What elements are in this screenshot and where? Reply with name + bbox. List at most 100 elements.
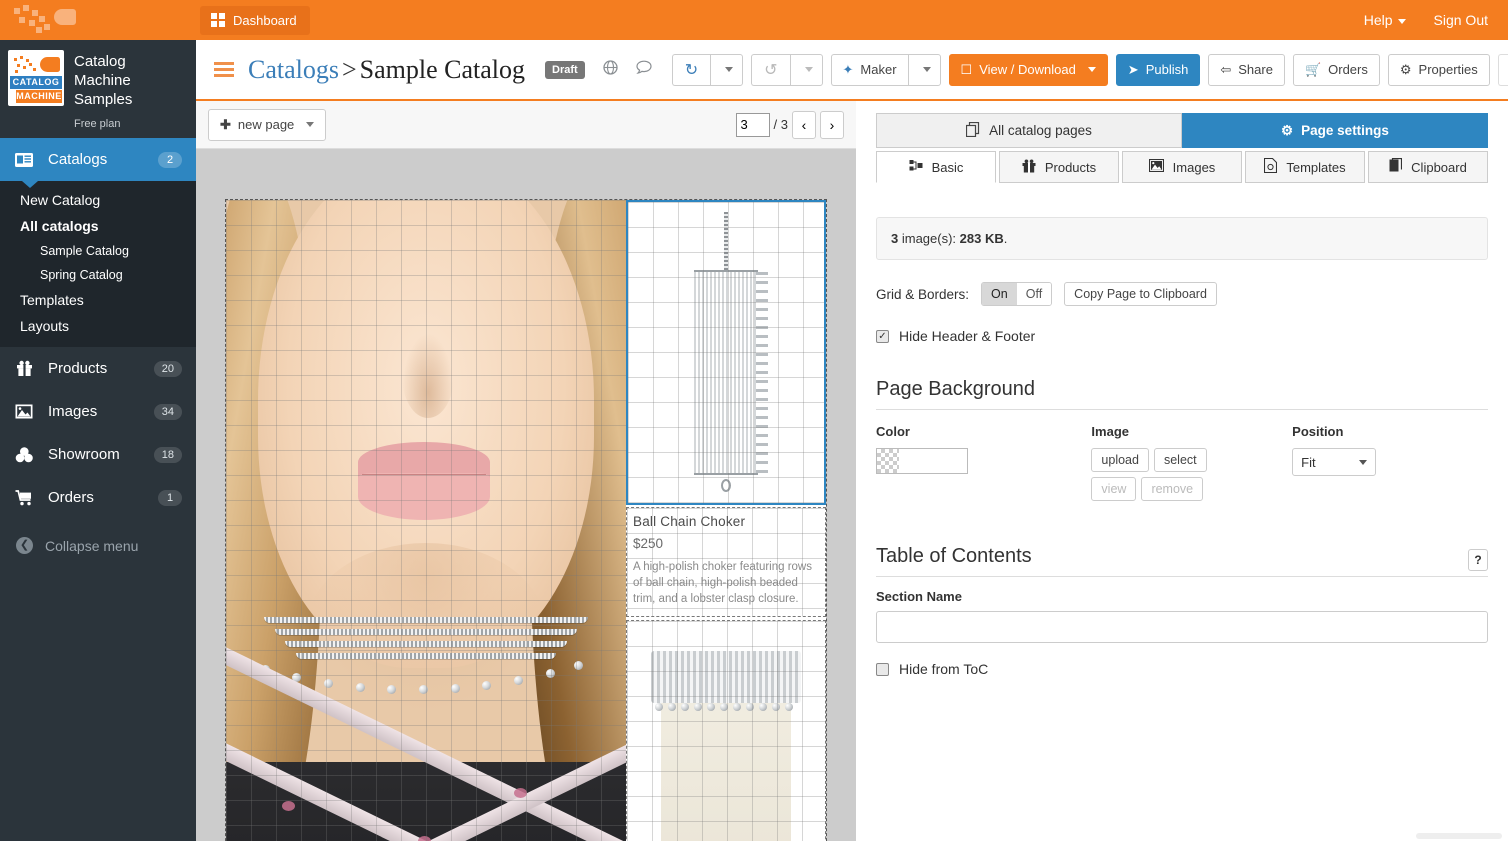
view-download-label: View / Download xyxy=(979,62,1076,77)
section-name-input[interactable] xyxy=(876,611,1488,643)
sidebar-item-images[interactable]: Images 34 xyxy=(0,390,196,433)
orders-button[interactable]: 🛒 Orders xyxy=(1292,53,1380,86)
submenu-templates[interactable]: Templates xyxy=(0,287,196,313)
logo-text-line2: MACHINE xyxy=(16,90,62,103)
tab-label: Page settings xyxy=(1301,123,1389,138)
clasp-ring-graphic xyxy=(721,479,731,492)
select-button[interactable]: select xyxy=(1153,448,1207,472)
tab-clipboard[interactable]: Clipboard xyxy=(1368,151,1488,183)
image-total-size: 283 KB xyxy=(959,231,1004,246)
tab-products[interactable]: Products xyxy=(999,151,1119,183)
publish-button[interactable]: ➤ Publish xyxy=(1115,53,1201,86)
chevron-down-icon xyxy=(1397,18,1406,24)
page-background-section: Page Background xyxy=(876,378,1488,410)
grid-borders-row: Grid & Borders: On Off Copy Page to Clip… xyxy=(856,282,1508,306)
upload-button[interactable]: upload xyxy=(1091,448,1149,472)
comment-icon[interactable] xyxy=(636,60,652,80)
active-pointer xyxy=(22,181,38,188)
breadcrumb-catalogs-link[interactable]: Catalogs xyxy=(248,55,339,84)
view-download-button[interactable]: ☐ View / Download xyxy=(948,53,1108,86)
sign-out-link[interactable]: Sign Out xyxy=(1434,12,1488,28)
page-zone-product-text[interactable]: Ball Chain Choker $250 A high-polish cho… xyxy=(626,507,826,617)
share-arrow-icon: ➤ xyxy=(1127,62,1139,77)
model-photo xyxy=(226,200,626,841)
image-info-text: image(s): xyxy=(898,231,960,246)
properties-button[interactable]: ⚙ Properties xyxy=(1387,53,1490,86)
gear-icon: ⚙ xyxy=(1281,122,1294,138)
submenu-all-catalogs[interactable]: All catalogs xyxy=(0,213,196,239)
page-number-input[interactable] xyxy=(735,112,770,137)
sidebar-item-products[interactable]: Products 20 xyxy=(0,347,196,390)
tab-page-settings[interactable]: ⚙ Page settings xyxy=(1182,113,1488,148)
tab-label: Products xyxy=(1044,159,1097,175)
share-button[interactable]: ⇦ Share xyxy=(1208,53,1285,86)
top-bar-right: Help Sign Out xyxy=(1364,12,1508,28)
submenu-sample-catalog[interactable]: Sample Catalog xyxy=(0,239,196,263)
maker-group: ✦ Maker xyxy=(830,53,941,86)
tab-templates[interactable]: Templates xyxy=(1245,151,1365,183)
plus-icon: ✚ xyxy=(220,117,231,132)
next-page-button[interactable]: › xyxy=(820,110,844,139)
background-image-column: Image upload select view remove xyxy=(1091,424,1292,501)
maker-dropdown-button[interactable] xyxy=(907,53,941,86)
properties-label: Properties xyxy=(1418,62,1478,77)
hamburger-menu-icon[interactable] xyxy=(210,58,238,81)
sidebar-item-label: Images xyxy=(48,403,98,420)
new-page-button[interactable]: ✚ new page xyxy=(208,108,327,141)
redo-button[interactable]: ↺ xyxy=(751,53,790,86)
toc-help-button[interactable]: ? xyxy=(1468,549,1488,571)
maker-button[interactable]: ✦ Maker xyxy=(830,53,908,86)
redo-group: ↺ xyxy=(751,53,823,86)
catalog-canvas[interactable]: Ball Chain Choker $250 A high-polish cho… xyxy=(196,149,856,841)
background-color-swatch[interactable] xyxy=(876,448,968,474)
hide-header-footer-checkbox[interactable]: ✓ xyxy=(876,329,889,343)
sidebar-item-orders[interactable]: Orders 1 xyxy=(0,476,196,519)
page-navigator: / 3 ‹ › xyxy=(735,110,844,139)
catalogs-submenu: New Catalog All catalogs Sample Catalog … xyxy=(0,181,196,347)
top-bar: Dashboard Help Sign Out xyxy=(0,0,1508,40)
template-icon xyxy=(1264,157,1278,176)
submenu-spring-catalog[interactable]: Spring Catalog xyxy=(0,263,196,287)
submenu-new-catalog[interactable]: New Catalog xyxy=(0,187,196,213)
hide-from-toc-checkbox[interactable] xyxy=(876,662,889,676)
page-zone-model-photo[interactable] xyxy=(226,200,626,841)
toc-heading: Table of Contents xyxy=(876,545,1488,577)
dashboard-button[interactable]: Dashboard xyxy=(200,5,310,35)
undo-icon: ↻ xyxy=(684,61,699,79)
undo-dropdown-button[interactable] xyxy=(710,53,744,86)
grid-borders-toggle[interactable]: On Off xyxy=(981,282,1053,306)
globe-icon[interactable] xyxy=(603,59,618,80)
redo-dropdown-button[interactable] xyxy=(789,53,823,86)
background-position-select[interactable]: Fit xyxy=(1292,448,1377,476)
cart-icon: 🛒 xyxy=(1304,62,1322,77)
catalog-page[interactable]: Ball Chain Choker $250 A high-polish cho… xyxy=(225,199,827,841)
undo-button[interactable]: ↻ xyxy=(671,53,711,86)
page-zone-product-image-2[interactable] xyxy=(626,620,826,841)
sidebar: CATALOG MACHINE Catalog Machine Samples … xyxy=(0,40,196,841)
sidebar-item-showroom[interactable]: Showroom 18 xyxy=(0,433,196,476)
background-color-column: Color xyxy=(876,424,1091,501)
copy-page-to-clipboard-button[interactable]: Copy Page to Clipboard xyxy=(1064,282,1217,306)
save-button[interactable]: 💾 Save xyxy=(1497,53,1508,86)
primary-tabs: All catalog pages ⚙ Page settings xyxy=(856,101,1508,148)
help-menu[interactable]: Help xyxy=(1364,12,1406,28)
product-title: Ball Chain Choker xyxy=(633,514,746,529)
panel-scrollbar[interactable] xyxy=(1416,833,1502,839)
share-label: Share xyxy=(1238,62,1273,77)
grid-off-option[interactable]: Off xyxy=(1016,283,1052,305)
remove-button[interactable]: remove xyxy=(1141,477,1204,501)
tab-basic[interactable]: Basic xyxy=(876,151,996,183)
view-button[interactable]: view xyxy=(1091,477,1137,501)
prev-page-button[interactable]: ‹ xyxy=(792,110,816,139)
tab-label: Templates xyxy=(1286,159,1346,175)
brand-block: CATALOG MACHINE Catalog Machine Samples … xyxy=(0,40,196,138)
submenu-layouts[interactable]: Layouts xyxy=(0,313,196,339)
tab-all-catalog-pages[interactable]: All catalog pages xyxy=(876,113,1182,148)
sidebar-item-catalogs[interactable]: Catalogs 2 xyxy=(0,138,196,188)
grid-on-option[interactable]: On xyxy=(982,283,1017,305)
sidebar-item-label: Catalogs xyxy=(48,151,108,168)
tab-images[interactable]: Images xyxy=(1122,151,1242,183)
chevron-down-icon xyxy=(725,67,734,72)
page-zone-product-image-1[interactable] xyxy=(626,200,826,505)
collapse-menu-button[interactable]: ❮ Collapse menu xyxy=(0,519,196,572)
